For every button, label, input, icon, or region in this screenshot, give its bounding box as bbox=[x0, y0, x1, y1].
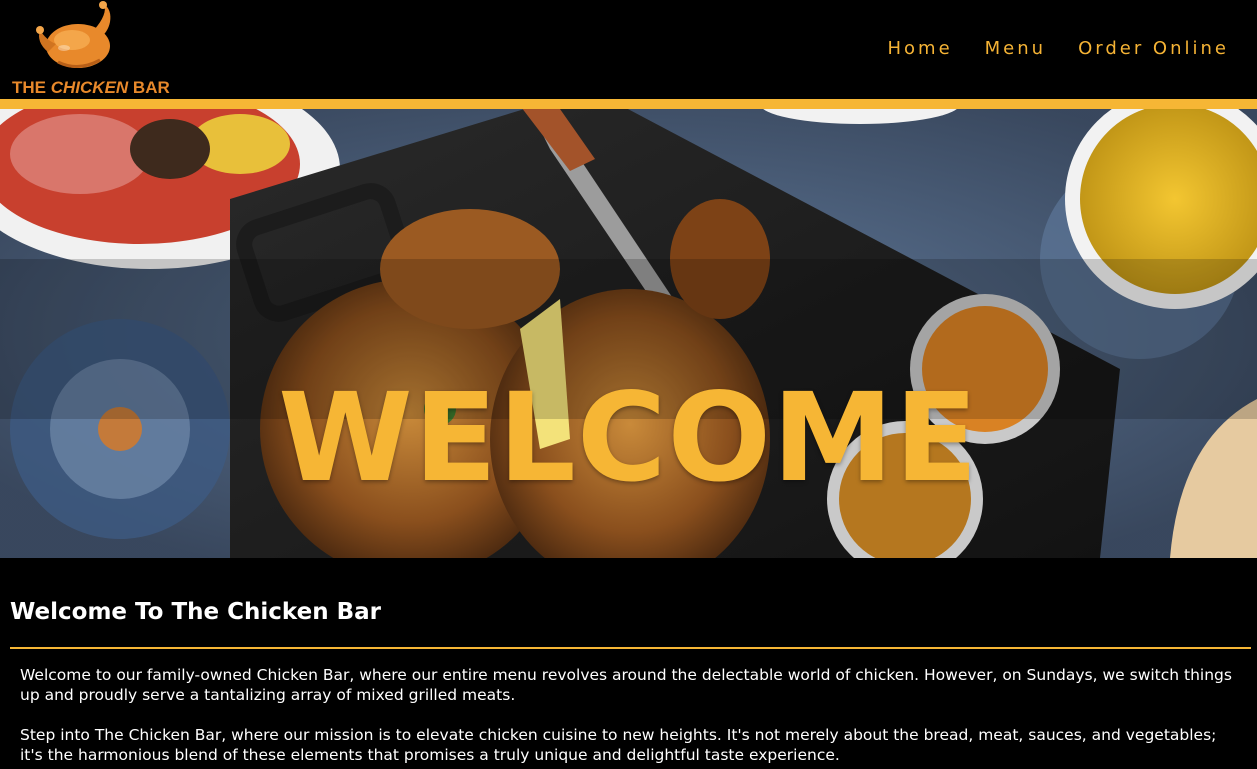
main-content: Welcome To The Chicken Bar Welcome to ou… bbox=[0, 598, 1257, 765]
hero-title: WELCOME bbox=[278, 367, 979, 509]
hero-banner: WELCOME bbox=[0, 109, 1257, 558]
main-nav: Home Menu Order Online bbox=[887, 38, 1229, 59]
section-divider bbox=[10, 647, 1251, 649]
logo-text: THE CHICKEN BAR bbox=[12, 78, 170, 97]
intro-paragraph-1: Welcome to our family-owned Chicken Bar,… bbox=[20, 666, 1232, 704]
roast-chicken-icon bbox=[36, 1, 111, 68]
nav-link-home[interactable]: Home bbox=[887, 38, 952, 59]
site-header: THE CHICKEN BAR Home Menu Order Online bbox=[0, 0, 1257, 99]
nav-link-order-online[interactable]: Order Online bbox=[1078, 38, 1229, 59]
intro-paragraph-2: Step into The Chicken Bar, where our mis… bbox=[20, 726, 1217, 764]
logo[interactable]: THE CHICKEN BAR bbox=[12, 0, 182, 99]
nav-link-menu[interactable]: Menu bbox=[985, 38, 1046, 59]
header-divider-stripe bbox=[0, 99, 1257, 109]
section-title: Welcome To The Chicken Bar bbox=[10, 599, 381, 625]
